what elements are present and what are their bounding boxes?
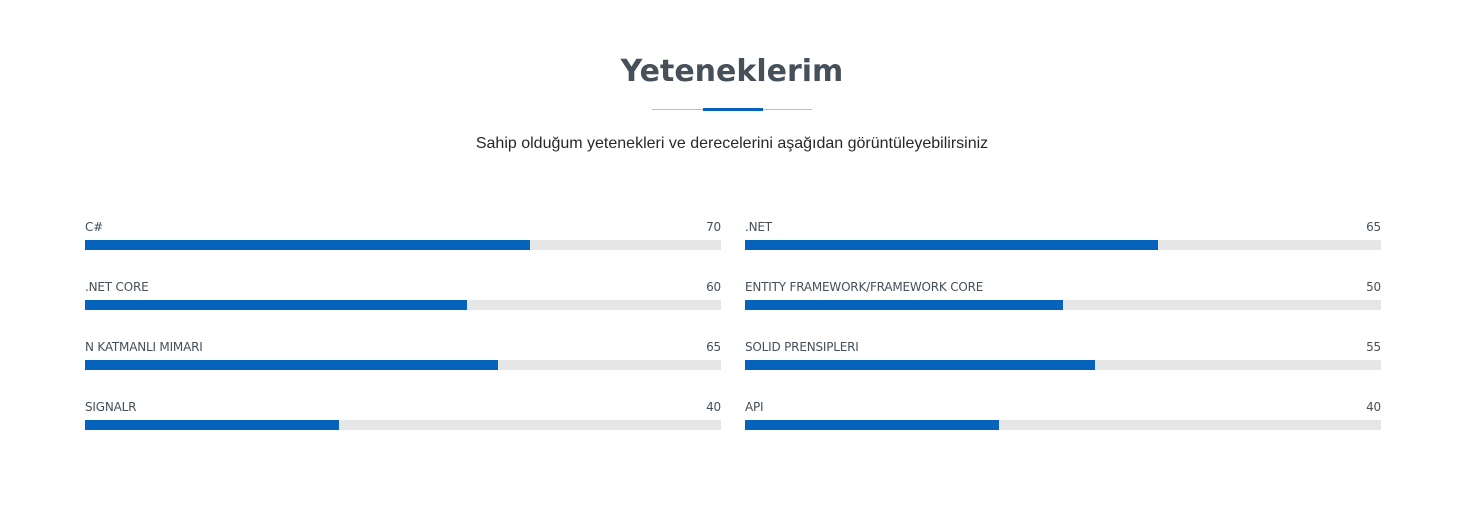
skills-column-right: .NET 65 ENTITY FRAMEWORK/FRAMEWORK CORE …	[745, 214, 1381, 454]
progress-bar	[85, 300, 721, 310]
skill-item: SOLID PRENSIPLERI 55	[745, 334, 1381, 394]
skill-item: N KATMANLI MIMARI 65	[85, 334, 721, 394]
progress-bar-fill	[745, 240, 1159, 250]
progress-bar-fill	[85, 360, 499, 370]
skill-value: 65	[706, 340, 721, 354]
progress-bar-fill	[85, 420, 340, 430]
skill-item: .NET CORE 60	[85, 274, 721, 334]
skill-name: N KATMANLI MIMARI	[85, 340, 203, 354]
skill-value: 40	[706, 400, 721, 414]
progress-bar-fill	[85, 300, 467, 310]
progress-bar-fill	[85, 240, 531, 250]
progress-bar	[85, 420, 721, 430]
progress-bar-fill	[745, 360, 1095, 370]
progress-bar	[745, 300, 1381, 310]
section-subtitle: Sahip olduğum yetenekleri ve derecelerin…	[475, 135, 989, 152]
progress-bar-fill	[745, 300, 1063, 310]
skill-item: API 40	[745, 394, 1381, 454]
skill-item: .NET 65	[745, 214, 1381, 274]
progress-bar-fill	[745, 420, 1000, 430]
skill-name: .NET	[745, 220, 772, 234]
section-title: Yeteneklerim	[620, 54, 844, 89]
skill-name: SIGNALR	[85, 400, 137, 414]
skill-item: ENTITY FRAMEWORK/FRAMEWORK CORE 50	[745, 274, 1381, 334]
skill-name: C#	[85, 220, 104, 234]
skills-column-left: C# 70 .NET CORE 60 N KATMANLI MIMARI 65 …	[85, 214, 721, 454]
skill-value: 55	[1366, 340, 1381, 354]
progress-bar	[745, 420, 1381, 430]
progress-bar	[745, 360, 1381, 370]
skill-name: ENTITY FRAMEWORK/FRAMEWORK CORE	[745, 280, 984, 294]
skill-name: API	[745, 400, 764, 414]
progress-bar	[85, 240, 721, 250]
progress-bar	[85, 360, 721, 370]
skill-value: 65	[1366, 220, 1381, 234]
skill-name: SOLID PRENSIPLERI	[745, 340, 859, 354]
skill-value: 40	[1366, 400, 1381, 414]
skill-name: .NET CORE	[85, 280, 149, 294]
title-divider-accent	[703, 108, 763, 111]
skill-value: 70	[706, 220, 721, 234]
skill-item: SIGNALR 40	[85, 394, 721, 454]
skill-item: C# 70	[85, 214, 721, 274]
progress-bar	[745, 240, 1381, 250]
skill-value: 60	[706, 280, 721, 294]
skill-value: 50	[1366, 280, 1381, 294]
